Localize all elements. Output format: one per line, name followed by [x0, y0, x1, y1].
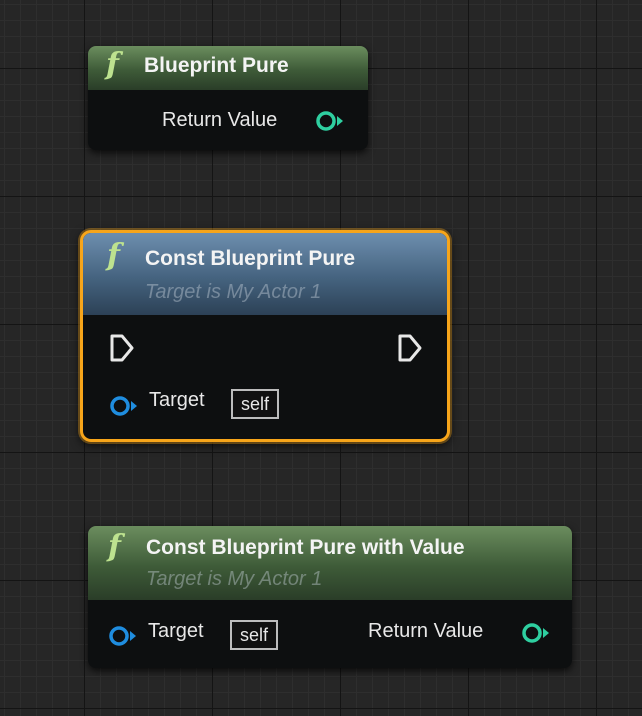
node-title: Const Blueprint Pure: [145, 247, 356, 270]
node-blueprint-pure[interactable]: f Blueprint Pure Return Value: [88, 46, 368, 150]
node-header[interactable]: f Const Blueprint Pure with Value Target…: [88, 526, 572, 600]
function-icon: f: [107, 238, 120, 273]
target-pin-icon[interactable]: [106, 625, 140, 647]
return-value-pin-icon[interactable]: [520, 622, 552, 644]
node-header[interactable]: f Const Blueprint Pure Target is My Acto…: [83, 233, 447, 315]
exec-in-pin-icon[interactable]: [109, 333, 135, 363]
target-self-input[interactable]: self: [231, 389, 280, 419]
node-title: Blueprint Pure: [144, 54, 289, 77]
target-self-input[interactable]: self: [230, 620, 279, 650]
node-subtitle: Target is My Actor 1: [145, 281, 322, 303]
return-value-label: Return Value: [368, 620, 484, 642]
target-label: Target: [148, 620, 204, 642]
node-const-blueprint-pure-with-value[interactable]: f Const Blueprint Pure with Value Target…: [88, 526, 572, 668]
return-value-label: Return Value: [162, 109, 278, 131]
target-pin-icon[interactable]: [107, 395, 141, 417]
target-label: Target: [149, 389, 205, 411]
node-header[interactable]: f Blueprint Pure: [88, 46, 368, 90]
function-icon: f: [108, 529, 121, 564]
function-icon: f: [106, 47, 119, 82]
node-subtitle: Target is My Actor 1: [146, 568, 323, 590]
node-const-blueprint-pure[interactable]: f Const Blueprint Pure Target is My Acto…: [80, 230, 450, 442]
exec-out-pin-icon[interactable]: [397, 333, 423, 363]
node-title: Const Blueprint Pure with Value: [146, 536, 465, 559]
return-value-pin-icon[interactable]: [314, 110, 346, 132]
